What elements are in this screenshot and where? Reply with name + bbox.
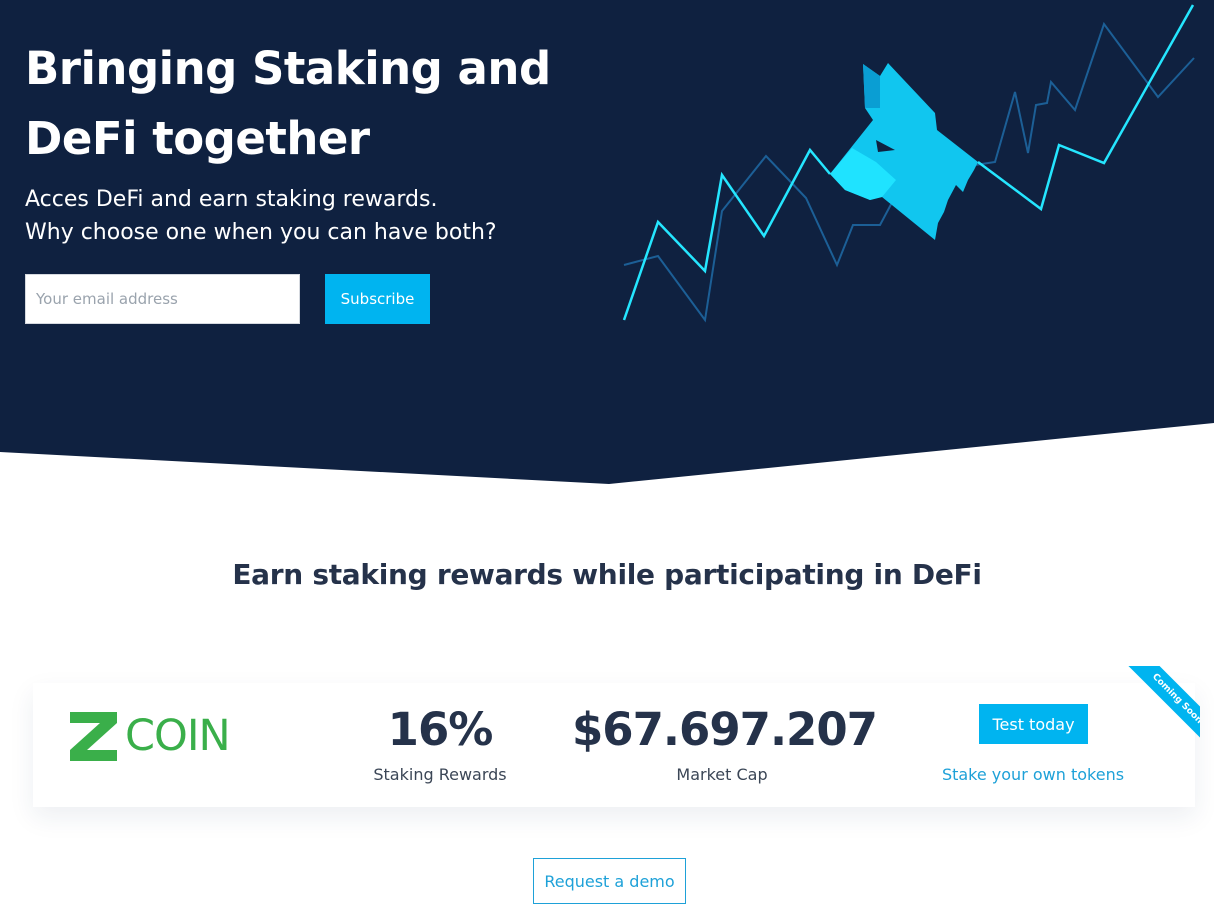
market-cap-label: Market Cap	[676, 765, 768, 784]
hero-subtitle: Acces DeFi and earn staking rewards. Why…	[25, 183, 585, 249]
wolf-chart-illustration	[622, 4, 1195, 323]
staking-rewards-value: 16%	[387, 703, 494, 756]
hero-subtitle-line1: Acces DeFi and earn staking rewards.	[25, 187, 438, 212]
subscribe-button[interactable]: Subscribe	[325, 274, 430, 324]
foreground-trend-line	[622, 147, 831, 321]
section-title: Earn staking rewards while participating…	[232, 558, 982, 591]
coming-soon-ribbon: Coming Soon	[1125, 666, 1200, 741]
stake-tokens-link[interactable]: Stake your own tokens	[933, 765, 1133, 784]
zcoin-wordmark: COIN	[125, 711, 231, 761]
staking-rewards-label: Staking Rewards	[373, 765, 507, 784]
email-input[interactable]	[25, 274, 300, 324]
market-cap-value: $67.697.207	[572, 703, 878, 756]
hero-subtitle-line2: Why choose one when you can have both?	[25, 220, 497, 245]
coming-soon-label: Coming Soon	[1126, 666, 1200, 741]
hero-title-line1: Bringing Staking and	[25, 42, 551, 95]
request-demo-button[interactable]: Request a demo	[533, 858, 686, 904]
test-today-button[interactable]: Test today	[979, 704, 1088, 744]
hero-title: Bringing Staking and DeFi together	[25, 34, 585, 174]
hero-title-line2: DeFi together	[25, 112, 370, 165]
